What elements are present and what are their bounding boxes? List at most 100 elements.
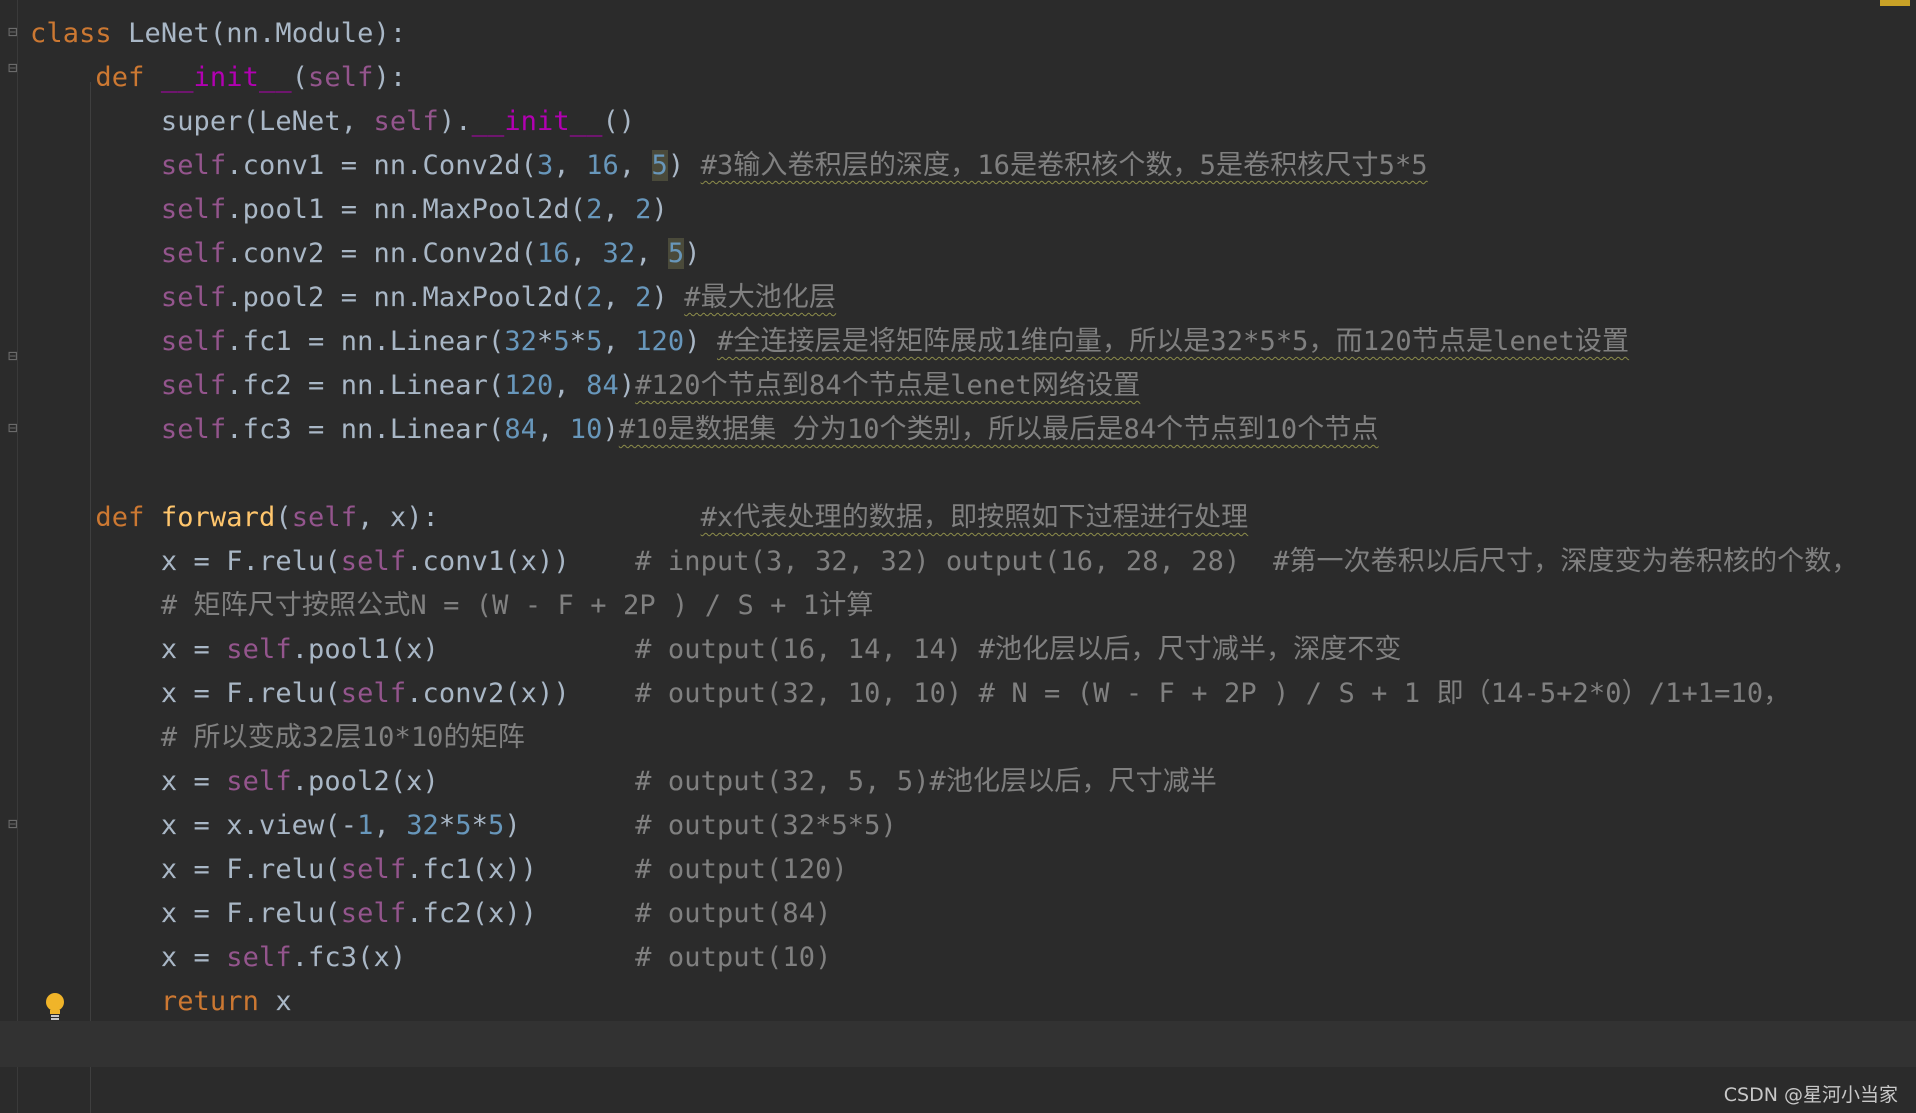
fold-icon[interactable]: ⊟ <box>8 22 24 42</box>
code-token: x <box>275 986 292 1017</box>
code-line[interactable]: x = self.pool1(x) # output(16, 14, 14) #… <box>30 628 1402 672</box>
code-line[interactable]: return x <box>30 980 292 1024</box>
code-line[interactable]: self.pool2 = nn.MaxPool2d(2, 2) #最大池化层 <box>30 276 836 320</box>
code-token: .pool1 = nn.MaxPool2d( <box>226 194 587 225</box>
code-token: class <box>30 18 129 49</box>
code-line[interactable]: x = F.relu(self.fc2(x)) # output(84) <box>30 892 832 936</box>
code-token: self <box>160 282 227 313</box>
code-token: self <box>160 326 227 357</box>
code-line[interactable]: self.fc1 = nn.Linear(32*5*5, 120) #全连接层是… <box>30 320 1629 364</box>
code-token: , <box>618 150 652 181</box>
code-line[interactable]: self.pool1 = nn.MaxPool2d(2, 2) <box>30 188 668 232</box>
fold-icon[interactable]: ⊟ <box>8 58 24 78</box>
code-token: .conv2 = nn.Conv2d( <box>226 238 538 269</box>
code-line[interactable]: def forward(self, x): #x代表处理的数据，即按照如下过程进… <box>30 496 1248 540</box>
code-token: 10 <box>569 414 603 445</box>
code-line[interactable]: class LeNet(nn.Module): <box>30 12 406 56</box>
code-token: x = F.relu( <box>30 854 341 885</box>
code-token: 3 <box>537 150 554 181</box>
code-line[interactable]: self.fc3 = nn.Linear(84, 10)#10是数据集 分为10… <box>30 408 1379 452</box>
code-token: 2 <box>586 282 603 313</box>
code-token: 32 <box>504 326 538 357</box>
code-token: self <box>160 414 227 445</box>
code-token: ) <box>651 194 668 225</box>
code-token: x = <box>30 766 227 797</box>
code-line[interactable]: self.conv2 = nn.Conv2d(16, 32, 5) <box>30 232 701 276</box>
fold-icon[interactable]: ⊟ <box>8 418 24 438</box>
code-token: self <box>160 370 227 401</box>
code-token: # input(3, 32, 32) output(16, 28, 28) #第… <box>635 546 1859 577</box>
code-token: self <box>226 766 292 797</box>
inspection-marker[interactable] <box>1880 0 1910 6</box>
code-line[interactable]: x = self.fc3(x) # output(10) <box>30 936 831 980</box>
code-token: self <box>308 62 374 93</box>
code-token: .conv1(x)) <box>406 546 636 577</box>
code-line[interactable]: x = F.relu(self.fc1(x)) # output(120) <box>30 848 848 892</box>
code-line[interactable]: def __init__(self): <box>30 56 406 100</box>
code-token: ) <box>667 150 701 181</box>
code-token: def <box>95 62 161 93</box>
code-token: .pool1(x) <box>291 634 636 665</box>
code-token: 84 <box>504 414 538 445</box>
code-line[interactable]: super(LeNet, self).__init__() <box>30 100 635 144</box>
code-line[interactable]: # 矩阵尺寸按照公式N = (W - F + 2P ) / S + 1计算 <box>30 584 874 628</box>
lightbulb-icon[interactable] <box>44 992 66 1022</box>
code-line[interactable]: # 所以变成32层10*10的矩阵 <box>30 716 525 760</box>
fold-icon[interactable]: ⊟ <box>8 346 24 366</box>
code-token: x = F.relu( <box>30 898 341 929</box>
code-token: .fc1 = nn.Linear( <box>226 326 505 357</box>
code-token: ). <box>438 106 472 137</box>
code-token: 5 <box>651 150 668 181</box>
code-token: super(LeNet, <box>30 106 374 137</box>
code-token: # output(16, 14, 14) #池化层以后，尺寸减半，深度不变 <box>635 634 1402 665</box>
code-token: 5 <box>586 326 603 357</box>
code-token: () <box>602 106 636 137</box>
code-line[interactable]: self.conv1 = nn.Conv2d(3, 16, 5) #3输入卷积层… <box>30 144 1428 188</box>
code-token: ) <box>602 414 619 445</box>
code-token: self <box>340 678 407 709</box>
code-token: #最大池化层 <box>684 282 837 313</box>
code-token: #10是数据集 分为10个类别，所以最后是84个节点到10个节点 <box>618 414 1379 445</box>
code-token: , <box>553 370 587 401</box>
code-token: #3输入卷积层的深度，16是卷积核个数，5是卷积核尺寸5*5 <box>700 150 1428 181</box>
code-editor[interactable]: ⊟ ⊟ ⊟ ⊟ ⊟ class LeNet(nn.Module): def __… <box>0 0 1916 1113</box>
code-token: def <box>95 502 161 533</box>
code-token: # output(32, 10, 10) # N = (W - F + 2P )… <box>635 678 1791 709</box>
code-token: self <box>340 546 407 577</box>
code-token: , <box>602 194 636 225</box>
code-token: #120个节点到84个节点是lenet网络设置 <box>635 370 1141 401</box>
code-token: # output(120) <box>635 854 848 885</box>
code-token: .conv1 = nn.Conv2d( <box>226 150 538 181</box>
code-token: ): <box>373 62 407 93</box>
code-token: 32 <box>406 810 439 841</box>
code-token: * <box>471 810 488 841</box>
code-token: 1 <box>357 810 374 841</box>
code-token: # 所以变成32层10*10的矩阵 <box>160 722 525 753</box>
code-token: self <box>226 634 292 665</box>
code-token: 32 <box>602 238 636 269</box>
gutter-divider <box>17 0 18 1113</box>
code-line[interactable]: x = self.pool2(x) # output(32, 5, 5)#池化层… <box>30 760 1217 804</box>
code-token: , x): <box>357 502 701 533</box>
code-token: 2 <box>635 282 652 313</box>
code-token: self <box>340 854 407 885</box>
code-token: .fc3 = nn.Linear( <box>226 414 505 445</box>
code-token: self <box>373 106 439 137</box>
code-token: ) <box>684 238 701 269</box>
code-line[interactable]: x = F.relu(self.conv2(x)) # output(32, 1… <box>30 672 1790 716</box>
code-token: self <box>226 942 292 973</box>
code-token: self <box>160 150 227 181</box>
fold-icon[interactable]: ⊟ <box>8 814 24 834</box>
code-token: ( <box>291 62 309 93</box>
code-line[interactable]: x = x.view(-1, 32*5*5) # output(32*5*5) <box>30 804 897 848</box>
code-line[interactable]: self.fc2 = nn.Linear(120, 84)#120个节点到84个… <box>30 364 1140 408</box>
code-token: ( <box>275 502 292 533</box>
code-line[interactable]: x = F.relu(self.conv1(x)) # input(3, 32,… <box>30 540 1859 584</box>
